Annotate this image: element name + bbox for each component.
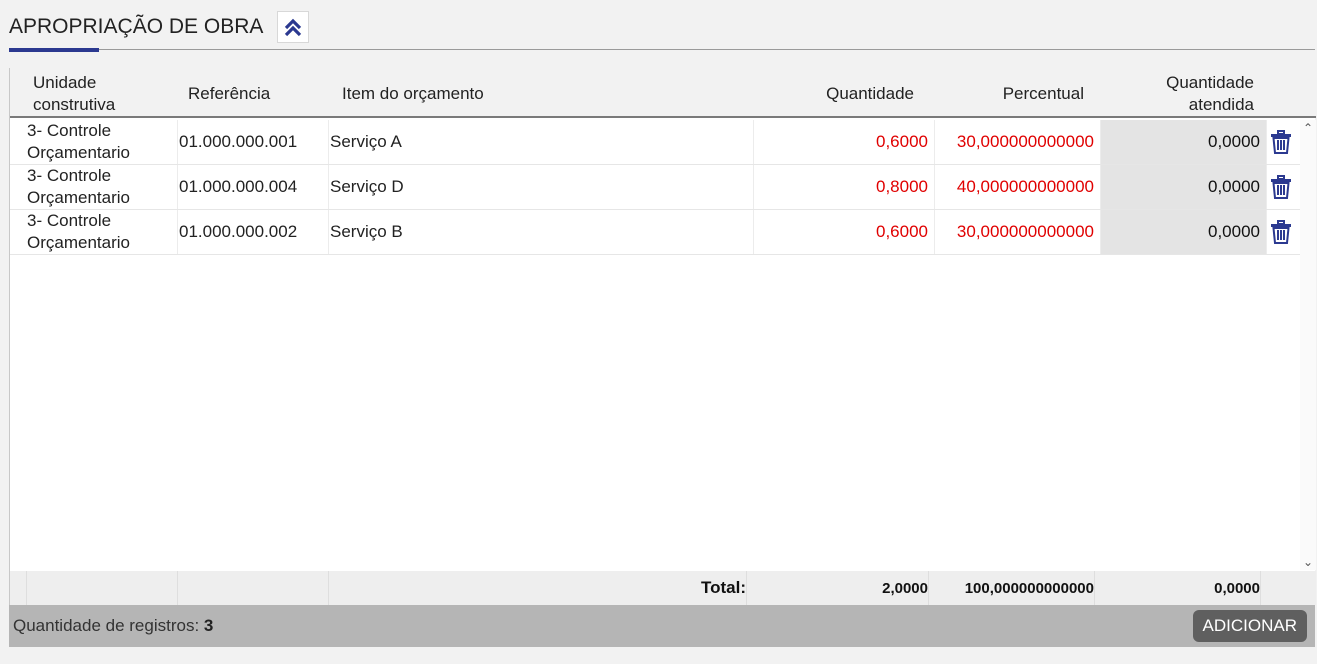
cell-unidade: 3- Controle Orçamentario (10, 210, 178, 254)
footer-total-quantidade: 2,0000 (747, 571, 929, 605)
col-header-quantidade[interactable]: Quantidade (770, 83, 914, 105)
cell-referencia: 01.000.000.004 (178, 165, 329, 209)
col-header-unidade[interactable]: Unidade construtiva (33, 72, 153, 116)
table-row[interactable]: 3- Controle Orçamentario 01.000.000.004 … (10, 165, 1300, 210)
title-divider (9, 49, 1315, 50)
records-count: 3 (203, 616, 214, 635)
trash-icon[interactable] (1270, 130, 1292, 154)
trash-icon[interactable] (1270, 175, 1292, 199)
panel-header: APROPRIAÇÃO DE OBRA (9, 10, 310, 44)
cell-item: Serviço B (329, 210, 754, 254)
cell-percentual: 40,000000000000 (935, 165, 1101, 209)
title-accent-bar (9, 48, 99, 52)
col-header-percentual[interactable]: Percentual (940, 83, 1084, 105)
data-grid: Unidade construtiva Referência Item do o… (9, 68, 1316, 605)
scroll-down-icon[interactable]: ⌄ (1300, 554, 1316, 570)
scroll-up-icon[interactable]: ⌃ (1300, 120, 1316, 136)
footer-spacer (178, 571, 329, 605)
vertical-scrollbar[interactable]: ⌃ ⌄ (1300, 120, 1316, 570)
table-row[interactable]: 3- Controle Orçamentario 01.000.000.001 … (10, 120, 1300, 165)
add-button[interactable]: ADICIONAR (1192, 610, 1307, 642)
footer-total-label: Total: (329, 571, 747, 605)
cell-atendida[interactable]: 0,0000 (1101, 165, 1267, 209)
footer-spacer (10, 571, 27, 605)
table-row[interactable]: 3- Controle Orçamentario 01.000.000.002 … (10, 210, 1300, 255)
cell-quantidade: 0,6000 (754, 120, 935, 164)
grid-footer-totals: Total: 2,0000 100,000000000000 0,0000 (10, 571, 1316, 605)
cell-referencia: 01.000.000.002 (178, 210, 329, 254)
col-header-referencia[interactable]: Referência (188, 83, 270, 105)
footer-spacer (27, 571, 178, 605)
col-header-atendida[interactable]: Quantidade atendida (1140, 72, 1254, 116)
records-count-text: Quantidade de registros: 3 (13, 616, 213, 636)
apropriacao-panel: APROPRIAÇÃO DE OBRA Unidade construtiva … (0, 0, 1317, 664)
records-label: Quantidade de registros: (13, 616, 200, 635)
cell-atendida[interactable]: 0,0000 (1101, 120, 1267, 164)
cell-percentual: 30,000000000000 (935, 120, 1101, 164)
col-header-item[interactable]: Item do orçamento (342, 83, 484, 105)
cell-quantidade: 0,6000 (754, 210, 935, 254)
chevrons-up-icon (285, 18, 302, 37)
status-bar: Quantidade de registros: 3 ADICIONAR (9, 605, 1315, 647)
footer-total-percentual: 100,000000000000 (929, 571, 1095, 605)
cell-quantidade: 0,8000 (754, 165, 935, 209)
cell-unidade: 3- Controle Orçamentario (10, 120, 178, 164)
cell-referencia: 01.000.000.001 (178, 120, 329, 164)
cell-item: Serviço D (329, 165, 754, 209)
cell-unidade: 3- Controle Orçamentario (10, 165, 178, 209)
trash-icon[interactable] (1270, 220, 1292, 244)
cell-percentual: 30,000000000000 (935, 210, 1101, 254)
grid-header: Unidade construtiva Referência Item do o… (10, 68, 1316, 118)
collapse-button[interactable] (277, 11, 310, 43)
cell-atendida[interactable]: 0,0000 (1101, 210, 1267, 254)
page-title: APROPRIAÇÃO DE OBRA (9, 15, 264, 38)
footer-total-atendida: 0,0000 (1095, 571, 1261, 605)
cell-item: Serviço A (329, 120, 754, 164)
